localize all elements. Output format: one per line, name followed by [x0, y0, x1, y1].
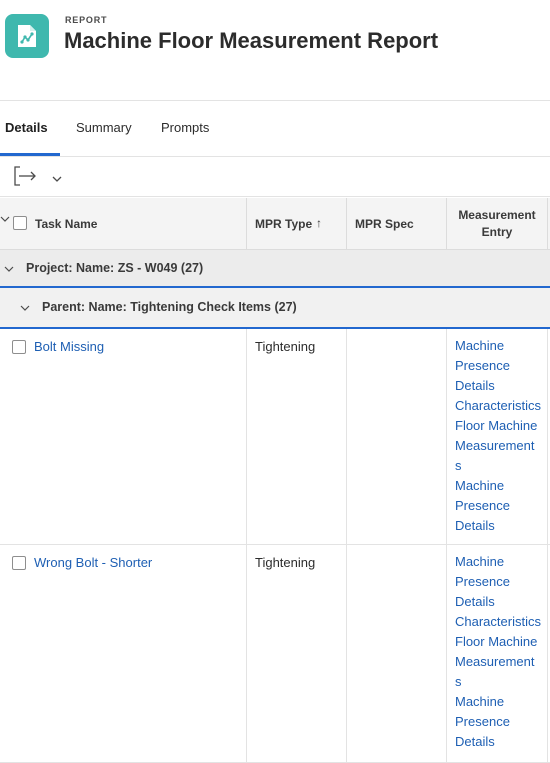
measurement-entry-link[interactable]: Presence	[455, 572, 549, 592]
chevron-down-icon[interactable]	[50, 171, 64, 182]
group-row-project[interactable]: Project: Name: ZS - W049 (27)	[0, 250, 550, 288]
measurement-entry-link[interactable]: Measurement	[455, 436, 549, 456]
tab-prompts[interactable]: Prompts	[161, 120, 209, 135]
table-row[interactable]: Wrong Bolt - Shorter Tightening Machine …	[0, 545, 550, 763]
measurement-entry-link[interactable]: Details	[455, 732, 549, 752]
report-header: REPORT Machine Floor Measurement Report	[0, 0, 550, 101]
column-label-mpr-type: MPR Type	[255, 217, 313, 231]
group-row-parent[interactable]: Parent: Name: Tightening Check Items (27…	[0, 288, 550, 329]
column-label-task-name: Task Name	[35, 217, 98, 231]
collapse-all-icon[interactable]	[0, 213, 10, 227]
measurement-entry-link[interactable]: Presence	[455, 712, 549, 732]
tab-summary[interactable]: Summary	[76, 120, 132, 135]
export-icon[interactable]	[12, 166, 38, 186]
group-label-project: Project: Name: ZS - W049 (27)	[26, 261, 204, 275]
report-chart-icon	[5, 14, 49, 58]
measurement-entry-links: Machine Presence Details Characteristics…	[455, 552, 549, 752]
column-label-measurement-entry: Measurement Entry	[447, 207, 547, 241]
tab-details[interactable]: Details	[5, 120, 48, 135]
measurement-entry-link[interactable]: Presence	[455, 356, 549, 376]
column-measurement-entry[interactable]: Measurement Entry	[447, 198, 548, 250]
measurement-entry-link[interactable]: Characteristics	[455, 612, 549, 632]
table-header: Task Name MPR Type ↑ MPR Spec Measuremen…	[0, 198, 550, 250]
column-label-line-2: Entry	[481, 225, 513, 239]
chevron-down-icon[interactable]	[4, 263, 14, 277]
mpr-type-value: Tightening	[255, 555, 316, 570]
page-eyebrow: REPORT	[65, 15, 108, 25]
measurement-entry-link[interactable]: Measurement	[455, 652, 549, 672]
tab-bar: Details Summary Prompts	[0, 101, 550, 157]
measurement-entry-link[interactable]: Floor Machine	[455, 632, 549, 652]
measurement-entry-link[interactable]: Details	[455, 592, 549, 612]
task-name-link[interactable]: Bolt Missing	[34, 339, 104, 354]
mpr-type-value: Tightening	[255, 339, 316, 354]
column-label-line-1: Measurement	[458, 208, 536, 222]
row-checkbox[interactable]	[12, 556, 26, 570]
toolbar	[0, 157, 550, 197]
column-mpr-spec[interactable]: MPR Spec	[347, 198, 447, 250]
chevron-down-icon[interactable]	[20, 302, 30, 316]
measurement-entry-link[interactable]: Characteristics	[455, 396, 549, 416]
column-task-name[interactable]: Task Name	[0, 198, 247, 250]
column-label-mpr-spec: MPR Spec	[355, 217, 414, 231]
table-row[interactable]: Bolt Missing Tightening Machine Presence…	[0, 329, 550, 545]
measurement-entry-link[interactable]: Floor Machine	[455, 416, 549, 436]
cell-task-name: Wrong Bolt - Shorter	[0, 545, 247, 762]
measurement-entry-link[interactable]: Presence	[455, 496, 549, 516]
measurement-entry-link[interactable]: Details	[455, 376, 549, 396]
measurement-entry-link[interactable]: s	[455, 456, 549, 476]
select-all-checkbox[interactable]	[13, 216, 27, 230]
cell-mpr-type: Tightening	[247, 329, 347, 544]
measurement-entry-link[interactable]: Machine	[455, 692, 549, 712]
column-mpr-type[interactable]: MPR Type ↑	[247, 198, 347, 250]
active-tab-indicator	[0, 153, 60, 156]
sort-ascending-icon[interactable]: ↑	[316, 216, 322, 230]
cell-measurement-entry: Machine Presence Details Characteristics…	[447, 329, 548, 544]
task-name-link[interactable]: Wrong Bolt - Shorter	[34, 555, 152, 570]
row-checkbox[interactable]	[12, 340, 26, 354]
measurement-entry-link[interactable]: Machine	[455, 336, 549, 356]
cell-task-name: Bolt Missing	[0, 329, 247, 544]
measurement-entry-link[interactable]: Machine	[455, 552, 549, 572]
measurement-entry-link[interactable]: Details	[455, 516, 549, 536]
cell-mpr-type: Tightening	[247, 545, 347, 762]
cell-mpr-spec	[347, 545, 447, 762]
cell-mpr-spec	[347, 329, 447, 544]
measurement-entry-link[interactable]: s	[455, 672, 549, 692]
page-title: Machine Floor Measurement Report	[64, 28, 439, 53]
measurement-entry-link[interactable]: Machine	[455, 476, 549, 496]
cell-measurement-entry: Machine Presence Details Characteristics…	[447, 545, 548, 762]
measurement-entry-links: Machine Presence Details Characteristics…	[455, 336, 549, 536]
group-label-parent: Parent: Name: Tightening Check Items (27…	[42, 300, 297, 314]
